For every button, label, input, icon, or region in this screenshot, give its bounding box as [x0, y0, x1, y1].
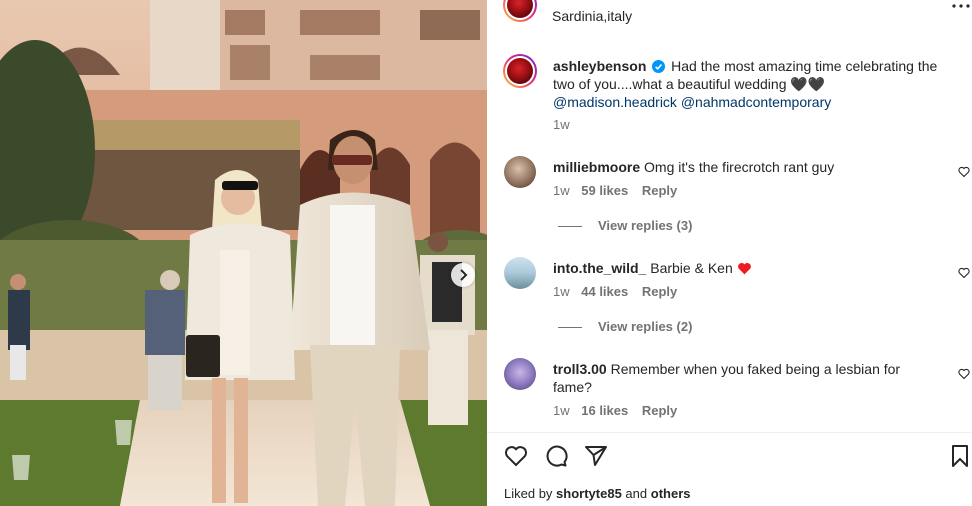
comment-avatar-milliebmoore[interactable] [504, 156, 536, 188]
comment-2-meta: 1w 44 likes Reply [553, 284, 677, 299]
red-heart-emoji [737, 263, 751, 275]
comment-time[interactable]: 1w [553, 403, 570, 418]
view-replies-button[interactable]: View replies (3) [558, 218, 692, 233]
post-details-panel: Sardinia,italy ashleybenson Had the most… [487, 0, 972, 506]
reply-button[interactable]: Reply [642, 183, 677, 198]
comment-text-2: fame? [553, 379, 592, 395]
post-photo [0, 0, 487, 506]
comment-avatar-troll[interactable] [504, 358, 536, 390]
comment-time[interactable]: 1w [553, 183, 570, 198]
comment-time[interactable]: 1w [553, 284, 570, 299]
comment-like-heart-icon[interactable] [958, 267, 970, 279]
comment-username[interactable]: troll3.00 [553, 361, 607, 377]
caption-text-2: two of you....what a beautiful wedding [553, 76, 787, 92]
caption-text: Had the most amazing time celebrating th… [671, 58, 938, 74]
reply-button[interactable]: Reply [642, 403, 677, 418]
comment-3: troll3.00 Remember when you faked being … [553, 360, 900, 378]
comment-likes[interactable]: 44 likes [581, 284, 628, 299]
comment-username[interactable]: milliebmoore [553, 159, 640, 175]
comment-avatar-into-the-wild[interactable] [504, 257, 536, 289]
caption-mentions: @madison.headrick @nahmadcontemporary [553, 93, 831, 111]
comment-1: milliebmoore Omg it's the firecrotch ran… [553, 158, 834, 176]
liked-by-user[interactable]: shortyte85 [556, 486, 622, 501]
comment-text: Omg it's the firecrotch rant guy [644, 159, 835, 175]
next-photo-button[interactable] [451, 263, 475, 287]
bookmark-icon[interactable] [948, 444, 972, 468]
mention-nahmad[interactable]: @nahmadcontemporary [681, 94, 831, 110]
post-location[interactable]: Sardinia,italy [552, 7, 632, 25]
comment-text: Barbie & Ken [650, 260, 733, 276]
comment-username[interactable]: into.the_wild_ [553, 260, 646, 276]
comment-likes[interactable]: 59 likes [581, 183, 628, 198]
author-username[interactable]: ashleybenson [553, 58, 646, 74]
comment-like-heart-icon[interactable] [958, 368, 970, 380]
actions-divider [487, 432, 972, 433]
comment-like-heart-icon[interactable] [958, 166, 970, 178]
send-icon[interactable] [584, 444, 608, 468]
reply-button[interactable]: Reply [642, 284, 677, 299]
wedding-couple-photo [0, 0, 487, 506]
caption-line-1: ashleybenson Had the most amazing time c… [553, 57, 937, 75]
mention-madison[interactable]: @madison.headrick [553, 94, 677, 110]
heart-icon[interactable] [504, 444, 528, 468]
caption-line-2: two of you....what a beautiful wedding 🖤… [553, 75, 825, 93]
comment-icon[interactable] [544, 444, 568, 468]
author-avatar-header[interactable] [503, 0, 537, 22]
liked-by-others[interactable]: others [651, 486, 691, 501]
view-replies-button[interactable]: View replies (2) [558, 319, 692, 334]
comment-text: Remember when you faked being a lesbian … [610, 361, 901, 377]
more-options-icon[interactable] [952, 4, 970, 8]
author-avatar[interactable] [503, 54, 537, 88]
comment-2: into.the_wild_ Barbie & Ken [553, 259, 752, 277]
caption-time[interactable]: 1w [553, 117, 570, 132]
comment-3-meta: 1w 16 likes Reply [553, 403, 677, 418]
liked-by-summary: Liked by shortyte85 and others [504, 486, 691, 501]
comment-1-meta: 1w 59 likes Reply [553, 183, 677, 198]
black-heart-emoji: 🖤🖤 [790, 76, 826, 92]
verified-badge-icon [652, 60, 666, 73]
comment-likes[interactable]: 16 likes [581, 403, 628, 418]
chevron-right-icon [460, 269, 468, 281]
